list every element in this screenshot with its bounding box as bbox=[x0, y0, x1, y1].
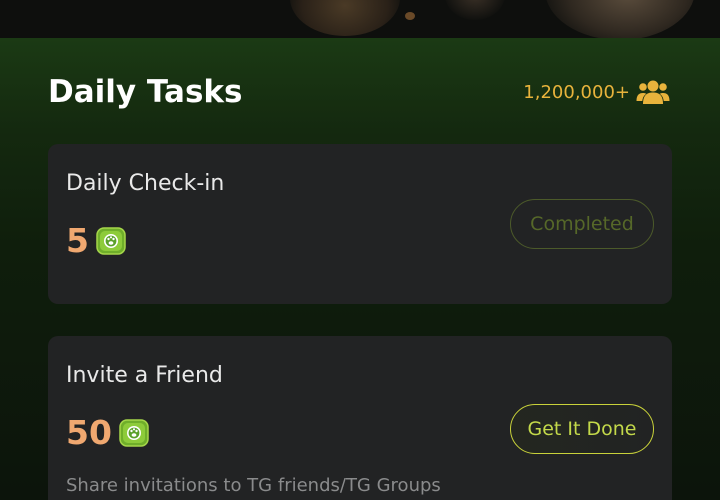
user-count-badge: 1,200,000+ bbox=[523, 78, 670, 106]
completed-button[interactable]: Completed bbox=[510, 199, 654, 249]
green-token-icon bbox=[118, 417, 150, 449]
task-reward: 5 bbox=[66, 221, 127, 261]
get-it-done-button[interactable]: Get It Done bbox=[510, 404, 654, 454]
users-group-icon bbox=[636, 79, 670, 105]
task-reward: 50 bbox=[66, 413, 150, 453]
reward-amount: 5 bbox=[66, 221, 89, 260]
page-title: Daily Tasks bbox=[48, 74, 243, 110]
hero-banner-image bbox=[0, 0, 720, 38]
task-title: Invite a Friend bbox=[66, 363, 223, 388]
green-token-icon bbox=[95, 225, 127, 257]
task-description: Share invitations to TG friends/TG Group… bbox=[66, 475, 441, 496]
user-count-text: 1,200,000+ bbox=[523, 81, 630, 103]
reward-amount: 50 bbox=[66, 413, 112, 452]
task-card-daily-checkin: Daily Check-in 5 Completed bbox=[48, 144, 672, 304]
daily-tasks-screen: Daily Tasks 1,200,000+ Daily Check-in 5 bbox=[0, 0, 720, 500]
task-title: Daily Check-in bbox=[66, 171, 225, 196]
task-card-invite-friend: Invite a Friend 50 Get It Done Share inv… bbox=[48, 336, 672, 500]
